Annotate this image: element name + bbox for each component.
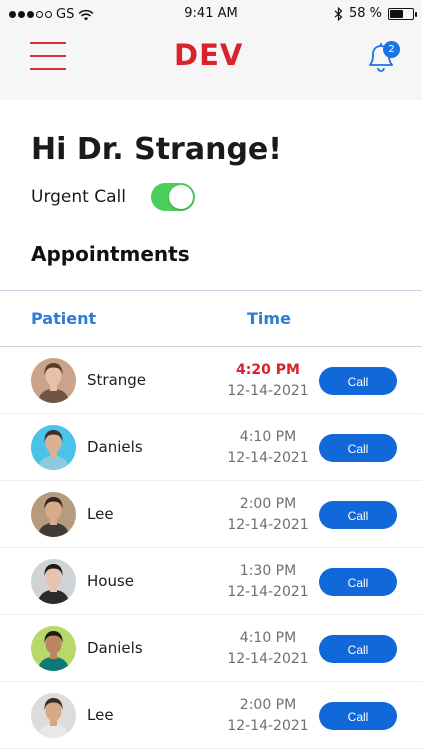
greeting-title: Hi Dr. Strange! — [31, 132, 282, 167]
patient-avatar — [31, 693, 76, 738]
call-button[interactable]: Call — [319, 635, 397, 663]
urgent-call-label: Urgent Call — [31, 187, 126, 207]
appointment-time: 4:10 PM 12-14-2021 — [222, 628, 314, 670]
appointment-time-value: 4:10 PM — [239, 429, 297, 445]
appointment-time-value: 4:20 PM — [236, 362, 300, 378]
patient-name: Strange — [87, 371, 147, 389]
appointment-date: 12-14-2021 — [227, 651, 309, 667]
battery-fill — [390, 9, 403, 18]
column-header-time[interactable]: Time — [247, 309, 291, 328]
menu-button[interactable] — [30, 42, 66, 70]
appointment-time: 1:30 PM 12-14-2021 — [222, 561, 314, 603]
notification-badge: 2 — [383, 41, 400, 58]
appointment-row: House 1:30 PM 12-14-2021 Call — [0, 548, 422, 615]
patient-name: Lee — [87, 505, 114, 523]
urgent-call-row: Urgent Call — [31, 183, 195, 211]
appointment-time-value: 1:30 PM — [239, 563, 297, 579]
appointment-date: 12-14-2021 — [227, 517, 309, 533]
patient-name: House — [87, 572, 135, 590]
call-button[interactable]: Call — [319, 501, 397, 529]
patient-avatar — [31, 425, 76, 470]
appointment-time-value: 2:00 PM — [239, 697, 297, 713]
urgent-call-toggle[interactable] — [151, 183, 195, 211]
battery-icon — [388, 7, 417, 20]
appointment-row: Strange 4:20 PM 12-14-2021 Call — [0, 347, 422, 414]
appointment-date: 12-14-2021 — [227, 383, 309, 399]
appointments-list: Strange 4:20 PM 12-14-2021 Call Daniels … — [0, 347, 422, 749]
patient-name: Lee — [87, 706, 114, 724]
patient-avatar — [31, 492, 76, 537]
appointments-table-header: Patient Time — [0, 290, 422, 347]
appointment-date: 12-14-2021 — [227, 718, 309, 734]
appointment-time: 4:20 PM 12-14-2021 — [222, 360, 314, 402]
call-button[interactable]: Call — [319, 367, 397, 395]
appointment-date: 12-14-2021 — [227, 450, 309, 466]
appointment-time: 4:10 PM 12-14-2021 — [222, 427, 314, 469]
patient-avatar — [31, 358, 76, 403]
appointment-time: 2:00 PM 12-14-2021 — [222, 494, 314, 536]
call-button[interactable]: Call — [319, 702, 397, 730]
patient-name: Daniels — [87, 639, 143, 657]
appointment-row: Daniels 4:10 PM 12-14-2021 Call — [0, 615, 422, 682]
app-header: DEV 2 — [0, 30, 422, 100]
call-button[interactable]: Call — [319, 434, 397, 462]
bluetooth-icon — [334, 6, 343, 21]
appointment-row: Daniels 4:10 PM 12-14-2021 Call — [0, 414, 422, 481]
logo-text: DEV — [174, 38, 244, 72]
battery-percent: 58 % — [348, 6, 382, 21]
notifications-button[interactable]: 2 — [366, 40, 400, 74]
call-button[interactable]: Call — [319, 568, 397, 596]
app-logo: DEV — [174, 40, 243, 70]
appointment-date: 12-14-2021 — [227, 584, 309, 600]
appointment-time-value: 2:00 PM — [239, 496, 297, 512]
appointment-time-value: 4:10 PM — [239, 630, 297, 646]
status-right: 58 % — [334, 6, 417, 21]
appointment-row: Lee 2:00 PM 12-14-2021 Call — [0, 481, 422, 548]
patient-name: Daniels — [87, 438, 143, 456]
patient-avatar — [31, 626, 76, 671]
toggle-knob — [169, 185, 193, 209]
patient-avatar — [31, 559, 76, 604]
column-header-patient[interactable]: Patient — [31, 309, 96, 328]
appointments-title: Appointments — [31, 242, 190, 266]
status-bar: GS 9:41 AM 58 % — [0, 0, 422, 30]
appointment-time: 2:00 PM 12-14-2021 — [222, 695, 314, 737]
appointment-row: Lee 2:00 PM 12-14-2021 Call — [0, 682, 422, 749]
